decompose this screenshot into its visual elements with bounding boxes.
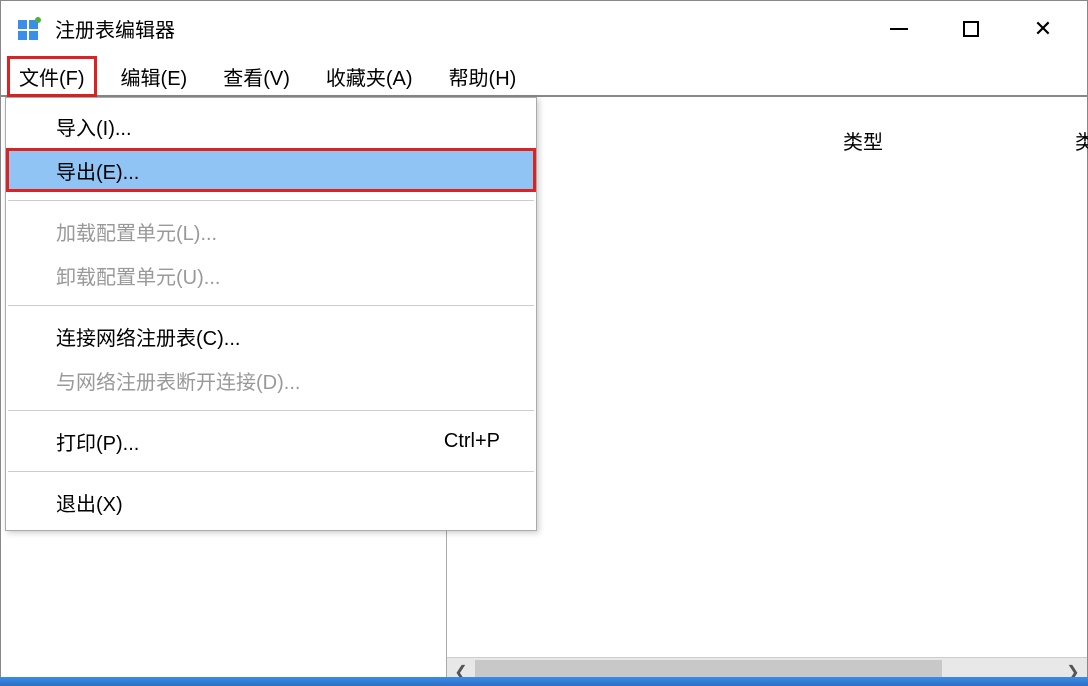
menu-connect-network-registry[interactable]: 连接网络注册表(C)... (6, 314, 536, 358)
window-title: 注册表编辑器 (55, 14, 879, 43)
menu-help[interactable]: 帮助(H) (437, 56, 529, 97)
menu-exit[interactable]: 退出(X) (6, 480, 536, 524)
maximize-button[interactable] (951, 9, 991, 49)
minimize-icon (890, 28, 908, 30)
minimize-button[interactable] (879, 9, 919, 49)
menu-print[interactable]: 打印(P)... Ctrl+P (6, 419, 536, 463)
content-area: 导入(I)... 导出(E)... 加载配置单元(L)... 卸载配置单元(U)… (1, 97, 1087, 685)
column-headers: 类型 类 (447, 97, 1087, 167)
values-list (447, 167, 1087, 657)
menu-file[interactable]: 文件(F) (7, 56, 97, 97)
separator (8, 305, 534, 306)
column-header-type[interactable]: 类型 (823, 126, 903, 155)
values-panel: 类型 类 ❮ ❯ (446, 97, 1087, 685)
taskbar-edge (0, 677, 1088, 686)
menu-import[interactable]: 导入(I)... (6, 104, 536, 148)
menu-favorites[interactable]: 收藏夹(A) (314, 56, 425, 97)
menu-unload-hive: 卸载配置单元(U)... (6, 253, 536, 297)
close-icon: ✕ (1034, 18, 1052, 40)
menubar: 文件(F) 编辑(E) 查看(V) 收藏夹(A) 帮助(H) (1, 57, 1087, 97)
registry-editor-icon (17, 17, 41, 41)
window-controls: ✕ (879, 9, 1063, 49)
close-button[interactable]: ✕ (1023, 9, 1063, 49)
separator (8, 410, 534, 411)
menu-print-shortcut: Ctrl+P (444, 430, 500, 453)
menu-edit[interactable]: 编辑(E) (109, 56, 200, 97)
registry-editor-window: 注册表编辑器 ✕ 文件(F) 编辑(E) 查看(V) 收藏夹(A) 帮助(H) … (0, 0, 1088, 686)
titlebar: 注册表编辑器 ✕ (1, 1, 1087, 57)
separator (8, 200, 534, 201)
separator (8, 471, 534, 472)
menu-print-label: 打印(P)... (56, 427, 139, 456)
column-header-partial[interactable]: 类 (1055, 126, 1088, 155)
menu-load-hive: 加载配置单元(L)... (6, 209, 536, 253)
maximize-icon (963, 21, 979, 37)
menu-disconnect-network-registry: 与网络注册表断开连接(D)... (6, 358, 536, 402)
menu-view[interactable]: 查看(V) (211, 56, 302, 97)
menu-export[interactable]: 导出(E)... (6, 148, 536, 192)
file-dropdown-menu: 导入(I)... 导出(E)... 加载配置单元(L)... 卸载配置单元(U)… (5, 97, 537, 531)
